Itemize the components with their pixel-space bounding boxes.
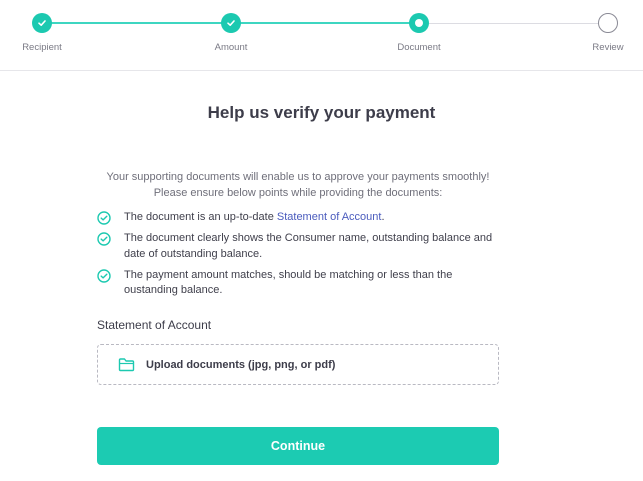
checklist-text: . bbox=[381, 211, 385, 223]
step-label: Document bbox=[397, 42, 441, 53]
step-amount[interactable]: Amount bbox=[191, 13, 271, 53]
check-circle-icon bbox=[97, 268, 111, 283]
checklist-text: The document is an up-to-date bbox=[124, 211, 277, 223]
check-circle-icon bbox=[97, 211, 111, 225]
upload-dropzone[interactable]: Upload documents (jpg, png, or pdf) bbox=[97, 344, 499, 385]
step-done-check-icon bbox=[221, 13, 241, 33]
step-label: Amount bbox=[214, 42, 248, 53]
intro-line: Please ensure below points while providi… bbox=[153, 186, 443, 199]
step-active-dot-icon bbox=[409, 13, 429, 33]
page-title: Help us verify your payment bbox=[207, 103, 436, 122]
check-circle-icon bbox=[97, 232, 111, 246]
checklist-item: The document clearly shows the Consumer … bbox=[97, 231, 507, 262]
step-label: Review bbox=[592, 42, 624, 53]
step-pending-circle-icon bbox=[598, 13, 618, 33]
intro-line: Your supporting documents will enable us… bbox=[106, 171, 490, 183]
step-document[interactable]: Document bbox=[379, 13, 459, 53]
upload-label: Upload documents (jpg, png, or pdf) bbox=[146, 358, 336, 371]
statement-of-account-link[interactable]: Statement of Account bbox=[277, 211, 382, 223]
step-done-check-icon bbox=[32, 13, 52, 33]
intro-text: Your supporting documents will enable us… bbox=[0, 170, 596, 201]
step-label: Recipient bbox=[22, 42, 62, 53]
step-review[interactable]: Review bbox=[568, 13, 643, 53]
step-recipient[interactable]: Recipient bbox=[2, 13, 82, 53]
checklist-item: The document is an up-to-date Statement … bbox=[97, 210, 507, 226]
checklist-item: The payment amount matches, should be ma… bbox=[97, 268, 507, 299]
checklist-text: The document clearly shows the Consumer … bbox=[124, 232, 493, 260]
section-label: Statement of Account bbox=[97, 318, 212, 332]
progress-stepper: Recipient Amount Document Review bbox=[0, 0, 643, 71]
requirements-checklist: The document is an up-to-date Statement … bbox=[97, 210, 507, 304]
continue-button[interactable]: Continue bbox=[97, 427, 499, 465]
checklist-text: The payment amount matches, should be ma… bbox=[124, 268, 453, 297]
folder-icon bbox=[118, 358, 135, 372]
